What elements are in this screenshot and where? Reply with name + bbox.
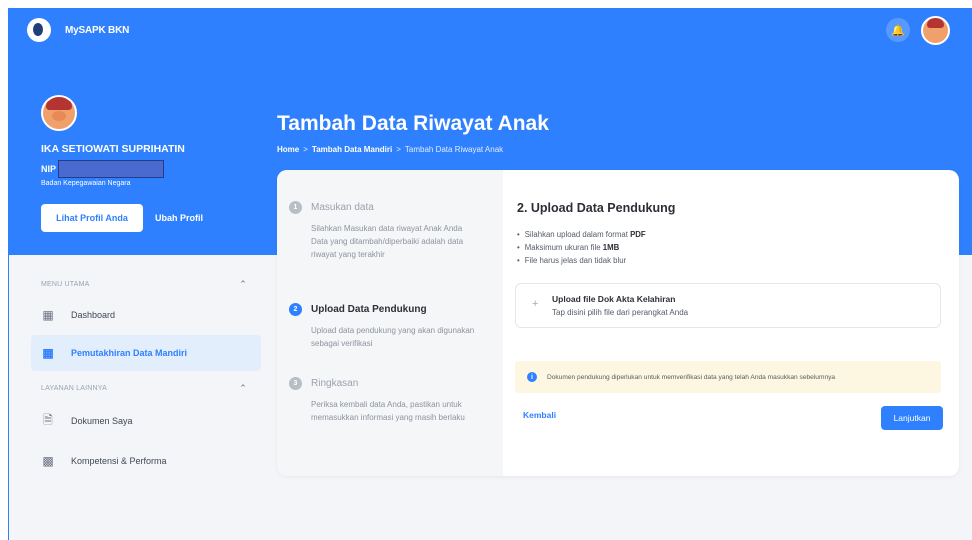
step-description: Upload data pendukung yang akan digunaka… <box>311 326 475 348</box>
plus-icon: + <box>532 298 539 310</box>
sidebar-item-kompetensi-performa[interactable]: ▩ Kompetensi & Performa <box>31 443 261 479</box>
step-header: 2 Upload Data Pendukung <box>289 303 489 316</box>
edit-profile-button[interactable]: Ubah Profil <box>155 204 203 232</box>
profile-name: IKA SETIOWATI SUPRIHATIN <box>41 143 185 155</box>
section-layanan-lainnya[interactable]: LAYANAN LAINNYA ⌃ <box>9 377 269 399</box>
section-menu-utama[interactable]: MENU UTAMA ⌃ <box>9 273 269 295</box>
panel-title: 2. Upload Data Pendukung <box>517 201 676 215</box>
step-description: Periksa kembali data Anda, pastikan untu… <box>311 400 465 422</box>
profile-agency: Badan Kepegawaian Negara <box>41 180 131 187</box>
sidebar-item-label: Pemutakhiran Data Mandiri <box>71 348 188 358</box>
profile-avatar <box>41 95 77 131</box>
view-profile-button[interactable]: Lihat Profil Anda <box>41 204 143 232</box>
upload-subtitle: Tap disini pilih file dari perangkat And… <box>552 308 689 317</box>
nip-label: NIP <box>41 164 57 174</box>
chevron-up-icon[interactable]: ⌃ <box>239 383 247 394</box>
top-right-actions: 🔔 <box>886 15 950 45</box>
app-logo-icon[interactable] <box>27 18 51 42</box>
back-button[interactable]: Kembali <box>523 410 556 420</box>
step-title: Masukan data <box>311 202 374 213</box>
step-2: 2 Upload Data Pendukung Upload data pend… <box>289 303 489 350</box>
requirement-item: File harus jelas dan tidak blur <box>517 254 646 267</box>
step-number: 2 <box>289 303 302 316</box>
step-header: 3 Ringkasan <box>289 377 489 390</box>
section-title: MENU UTAMA <box>41 280 90 288</box>
upload-file-dropzone[interactable]: + Upload file Dok Akta Kelahiran Tap dis… <box>515 283 941 328</box>
top-bar: MySAPK BKN 🔔 <box>9 8 972 52</box>
bell-icon[interactable]: 🔔 <box>886 18 910 42</box>
sidebar-item-dokumen-saya[interactable]: 🗎 Dokumen Saya <box>31 403 261 439</box>
sidebar-item-pemutakhiran-data-mandiri[interactable]: ▦ Pemutakhiran Data Mandiri <box>31 335 261 371</box>
requirements-list: Silahkan upload dalam format PDF Maksimu… <box>517 228 646 267</box>
breadcrumb-tambah-data-mandiri[interactable]: Tambah Data Mandiri <box>312 145 392 154</box>
app-name[interactable]: MySAPK BKN <box>65 25 129 36</box>
sidebar-item-label: Dashboard <box>71 310 116 320</box>
step-title: Ringkasan <box>311 378 359 389</box>
sidebar-item-label: Kompetensi & Performa <box>71 456 167 466</box>
section-title: LAYANAN LAINNYA <box>41 384 108 392</box>
sidebar-item-label: Dokumen Saya <box>71 416 133 426</box>
step-1: 1 Masukan data Silahkan Masukan data riw… <box>289 201 489 261</box>
step-header: 1 Masukan data <box>289 201 489 214</box>
step-description: Silahkan Masukan data riwayat Anak Anda … <box>311 224 464 259</box>
breadcrumb-separator: > <box>303 145 308 154</box>
nip-redacted <box>58 160 165 178</box>
breadcrumb-home[interactable]: Home <box>277 145 299 154</box>
breadcrumb-current: Tambah Data Riwayat Anak <box>404 145 504 154</box>
dashboard-icon: ▦ <box>42 308 54 322</box>
breadcrumb-separator: > <box>396 145 401 154</box>
step-number: 1 <box>289 201 302 214</box>
info-icon: i <box>527 372 537 382</box>
stepper: 1 Masukan data Silahkan Masukan data riw… <box>277 170 503 476</box>
sidebar-item-dashboard[interactable]: ▦ Dashboard <box>31 297 261 333</box>
requirement-item: Maksimum ukuran file 1MB <box>517 241 646 254</box>
requirement-item: Silahkan upload dalam format PDF <box>517 228 646 241</box>
breadcrumb: Home > Tambah Data Mandiri > Tambah Data… <box>277 145 503 154</box>
info-notice: i Dokumen pendukung diperlukan untuk mem… <box>515 361 941 393</box>
upload-title: Upload file Dok Akta Kelahiran <box>552 294 676 304</box>
form-card: 1 Masukan data Silahkan Masukan data riw… <box>277 170 959 476</box>
step-title: Upload Data Pendukung <box>311 304 427 315</box>
document-icon: 🗎 <box>43 412 53 427</box>
sidebar: MENU UTAMA ⌃ ▦ Dashboard ▦ Pemutakhiran … <box>9 273 269 481</box>
page-title: Tambah Data Riwayat Anak <box>277 112 549 135</box>
app-window: MySAPK BKN 🔔 IKA SETIOWATI SUPRIHATIN NI… <box>8 8 972 540</box>
continue-button[interactable]: Lanjutkan <box>881 406 943 430</box>
grid-icon: ▩ <box>42 454 54 468</box>
user-avatar[interactable] <box>921 15 950 45</box>
update-data-icon: ▦ <box>42 346 54 360</box>
chevron-up-icon[interactable]: ⌃ <box>239 279 247 290</box>
nip-row: NIP <box>41 160 165 178</box>
step-3: 3 Ringkasan Periksa kembali data Anda, p… <box>289 377 489 424</box>
notice-text: Dokumen pendukung diperlukan untuk memve… <box>547 373 836 381</box>
step-number: 3 <box>289 377 302 390</box>
upload-panel: 2. Upload Data Pendukung Silahkan upload… <box>503 170 959 476</box>
